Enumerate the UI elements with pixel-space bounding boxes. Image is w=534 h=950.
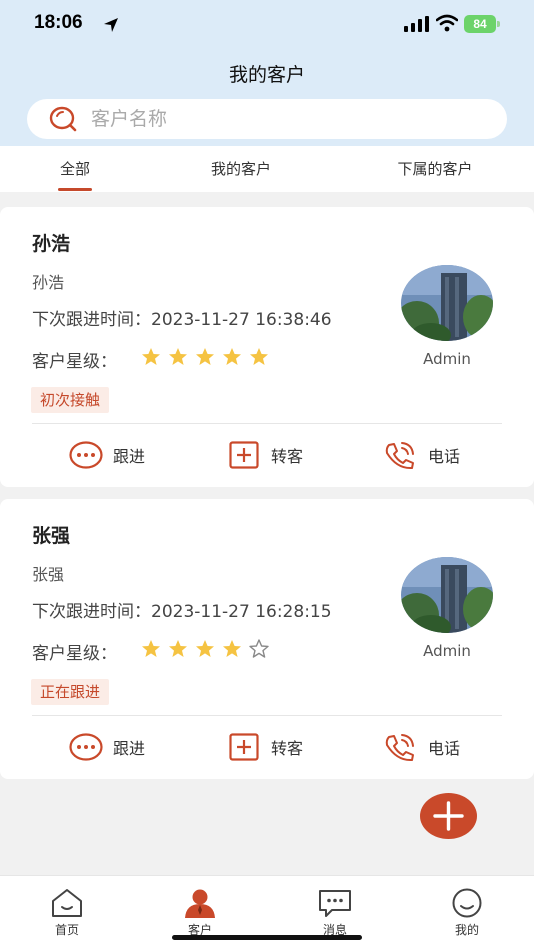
owner-name: Admin (423, 642, 471, 660)
plus-square-icon (229, 733, 259, 761)
battery-tip (497, 21, 500, 27)
plus-square-icon (229, 441, 259, 469)
filter-tabs: 全部 我的客户 下属的客户 (0, 146, 534, 192)
call-button[interactable]: 电话 (383, 731, 473, 763)
customer-name: 孙浩 (32, 233, 71, 255)
star-filled-icon (223, 640, 241, 657)
status-tag: 正在跟进 (31, 679, 110, 705)
divider (32, 715, 502, 716)
customer-name: 张强 (32, 525, 71, 547)
nav-customers[interactable]: 客户 (160, 888, 240, 938)
star-filled-icon (250, 348, 268, 365)
search-box[interactable] (27, 99, 507, 139)
location-arrow-icon (104, 18, 118, 32)
battery-level: 84 (464, 15, 496, 33)
nav-home[interactable]: 首页 (27, 888, 107, 938)
transfer-button[interactable]: 转客 (229, 439, 319, 471)
chat-bubble-icon (69, 733, 103, 761)
avatar-image (401, 557, 493, 633)
follow-up-label: 跟进 (113, 739, 146, 758)
star-rating (141, 639, 276, 661)
nav-me-label: 我的 (454, 923, 479, 937)
header: 18:06 84 我的客户 (0, 0, 534, 146)
owner-name: Admin (423, 350, 471, 368)
person-icon (185, 889, 215, 918)
tab-subordinate-customers[interactable]: 下属的客户 (380, 158, 490, 179)
customer-contact: 张强 (32, 565, 65, 584)
active-tab-indicator (58, 188, 92, 191)
transfer-button[interactable]: 转客 (229, 731, 319, 763)
nav-me[interactable]: 我的 (427, 888, 507, 938)
next-follow-time: 下次跟进时间：2023-11-27 16:38:46 (32, 310, 332, 330)
wifi-icon (436, 14, 458, 32)
nav-home-label: 首页 (54, 923, 79, 937)
call-label: 电话 (428, 739, 461, 758)
call-label: 电话 (428, 447, 461, 466)
star-rating (141, 347, 276, 369)
cellular-signal-icon (404, 16, 429, 32)
star-filled-icon (142, 640, 160, 657)
next-follow-time: 下次跟进时间：2023-11-27 16:28:15 (32, 602, 332, 622)
home-icon (52, 889, 82, 917)
status-time: 18:06 (34, 12, 83, 33)
star-filled-icon (169, 348, 187, 365)
customer-contact: 孙浩 (32, 273, 65, 292)
nav-messages[interactable]: 消息 (295, 888, 375, 938)
star-filled-icon (196, 640, 214, 657)
battery-indicator: 84 (464, 15, 500, 33)
smiley-icon (452, 888, 482, 918)
avatar (401, 265, 493, 341)
page-title: 我的客户 (228, 64, 305, 86)
search-icon (49, 106, 77, 132)
plus-icon (433, 801, 464, 831)
follow-up-button[interactable]: 跟进 (69, 439, 159, 471)
star-level-label: 客户星级： (32, 352, 117, 372)
add-customer-button[interactable] (420, 793, 477, 839)
phone-icon (385, 734, 414, 762)
follow-up-label: 跟进 (113, 447, 146, 466)
star-filled-icon (142, 348, 160, 365)
customer-card[interactable]: 张强 张强 下次跟进时间：2023-11-27 16:28:15 客户星级： 正… (0, 499, 534, 779)
follow-up-button[interactable]: 跟进 (69, 731, 159, 763)
avatar (401, 557, 493, 633)
message-icon (319, 890, 351, 917)
tab-my-customers[interactable]: 我的客户 (191, 158, 291, 179)
tab-all[interactable]: 全部 (40, 158, 110, 179)
chat-bubble-icon (69, 441, 103, 469)
star-filled-icon (196, 348, 214, 365)
status-tag: 初次接触 (31, 387, 110, 413)
star-filled-icon (169, 640, 187, 657)
home-indicator (172, 935, 362, 940)
transfer-label: 转客 (271, 447, 304, 466)
star-filled-icon (223, 348, 241, 365)
status-bar: 18:06 84 (0, 0, 534, 50)
call-button[interactable]: 电话 (383, 439, 473, 471)
star-level-label: 客户星级： (32, 644, 117, 664)
customer-card[interactable]: 孙浩 孙浩 下次跟进时间：2023-11-27 16:38:46 客户星级： 初… (0, 207, 534, 487)
avatar-image (401, 265, 493, 341)
transfer-label: 转客 (271, 739, 304, 758)
star-empty-icon (249, 639, 269, 658)
phone-icon (385, 442, 414, 470)
divider (32, 423, 502, 424)
search-input[interactable] (91, 99, 491, 139)
